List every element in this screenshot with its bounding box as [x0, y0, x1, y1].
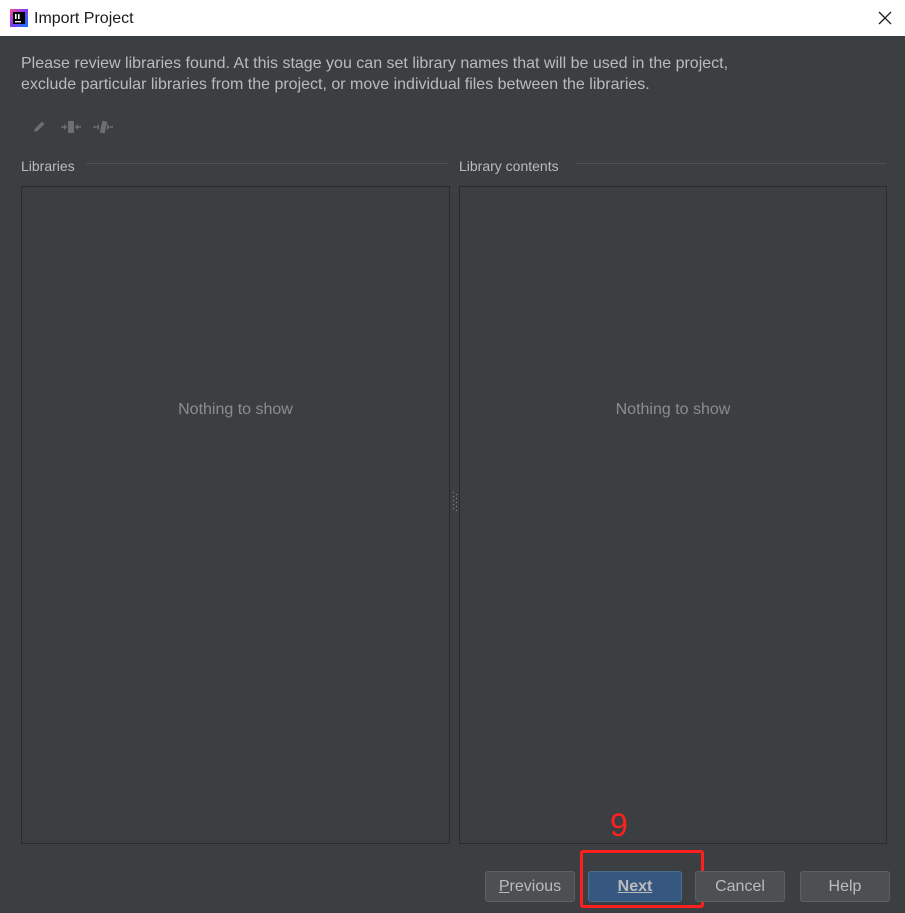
libraries-list[interactable]: Nothing to show — [21, 186, 450, 844]
description-line: exclude particular libraries from the pr… — [21, 76, 650, 93]
library-contents-list[interactable]: Nothing to show — [459, 186, 887, 844]
previous-label: revious — [509, 878, 562, 895]
library-contents-label: Library contents — [459, 158, 559, 174]
next-mnemonic: N — [617, 878, 630, 895]
window-title: Import Project — [34, 10, 134, 27]
intellij-idea-icon — [9, 8, 29, 28]
libraries-empty-text: Nothing to show — [178, 401, 293, 418]
description-line: Please review libraries found. At this s… — [21, 55, 729, 72]
step-annotation-number: 9 — [610, 807, 628, 843]
libraries-label: Libraries — [21, 158, 75, 174]
next-button[interactable]: Next — [588, 871, 682, 902]
close-button[interactable] — [873, 6, 897, 30]
libraries-separator — [86, 163, 448, 164]
exclude-library-button[interactable] — [60, 116, 82, 138]
edit-button[interactable] — [28, 116, 50, 138]
panel-splitter-handle[interactable] — [452, 491, 458, 513]
title-bar: Import Project — [0, 0, 905, 36]
cancel-button[interactable]: Cancel — [695, 871, 785, 902]
exclude-library-icon — [61, 121, 81, 133]
library-contents-empty-text: Nothing to show — [615, 401, 731, 418]
next-label: ext — [629, 878, 653, 895]
close-icon — [878, 11, 892, 25]
dialog-content: Please review libraries found. At this s… — [0, 36, 905, 913]
help-button[interactable]: Help — [800, 871, 890, 902]
description-text: Please review libraries found. At this s… — [21, 53, 881, 95]
previous-button[interactable]: Previous — [485, 871, 575, 902]
move-files-button[interactable] — [92, 116, 114, 138]
library-contents-separator — [576, 163, 886, 164]
edit-pencil-icon — [34, 121, 45, 132]
previous-mnemonic: P — [498, 878, 510, 895]
move-files-icon — [93, 120, 113, 134]
library-toolbar — [28, 116, 114, 138]
